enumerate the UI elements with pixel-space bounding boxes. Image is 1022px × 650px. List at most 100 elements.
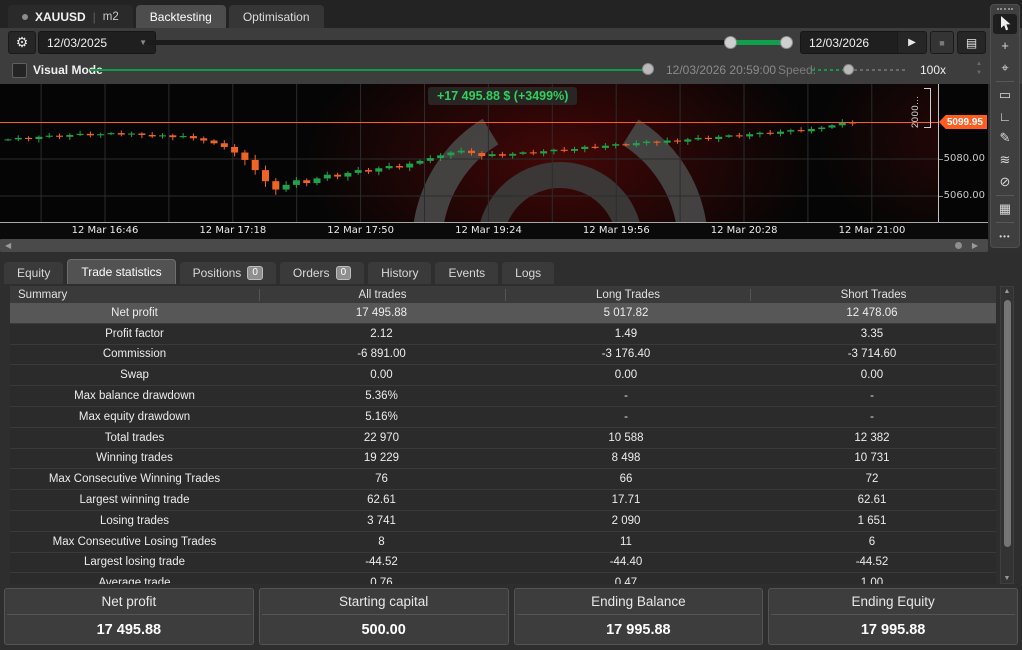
value-cell: 10 731 [748,452,996,464]
tab-events[interactable]: Events [435,262,498,284]
value-cell: 76 [259,473,504,485]
sidebar-grip[interactable] [997,8,1013,10]
draw-tool-icon[interactable]: ✎ [993,129,1017,149]
scroll-left-icon[interactable]: ◀ [5,241,11,250]
chart-area: +17 495.88 $ (+3499%) 2000... 5099.95 50… [0,84,988,238]
table-row[interactable]: Max equity drawdown5.16%-- [10,407,996,428]
scroll-down-icon[interactable]: ▼ [1001,575,1013,582]
speed-handle[interactable] [843,64,854,75]
table-row[interactable]: Max balance drawdown5.36%-- [10,386,996,407]
price-tick [939,196,943,197]
playback-handle[interactable] [642,63,654,75]
settings-button[interactable]: ⚙ [8,31,36,54]
summary-cards: Net profit17 495.88Starting capital500.0… [4,588,1018,645]
scroll-thumb[interactable] [1004,300,1011,547]
rectangle-tool-icon[interactable]: ▭ [993,85,1017,105]
table-v-scrollbar[interactable]: ▲ ▼ [1000,286,1014,584]
speed-spinner[interactable]: ▲▼ [976,60,982,78]
value-cell: 1.49 [504,328,748,340]
tab-backtesting[interactable]: Backtesting [136,5,226,28]
speed-track-right [854,69,906,71]
pointer-tool-icon[interactable] [993,14,1017,34]
stop-icon: ■ [939,38,944,48]
tab-logs[interactable]: Logs [502,262,554,284]
tab-history[interactable]: History [368,262,431,284]
table-row[interactable]: Net profit17 495.885 017.8212 478.06 [10,303,996,324]
eraser-tool-icon[interactable]: ⊘ [993,172,1017,192]
grid-tool-icon[interactable]: ▦ [993,199,1017,219]
value-cell: -44.52 [259,556,504,568]
summary-card-ending-balance: Ending Balance17 995.88 [514,588,764,645]
play-button[interactable]: ▶ [897,31,927,54]
metric-label: Max balance drawdown [10,390,259,402]
range-start-handle[interactable] [724,36,737,49]
card-title: Ending Equity [771,594,1015,615]
card-title: Starting capital [262,594,506,615]
table-row[interactable]: Swap0.000.000.00 [10,365,996,386]
start-date-value: 12/03/2025 [47,36,107,50]
value-cell: 2 090 [504,515,748,527]
value-cell: 2.12 [259,328,504,340]
chart-plot[interactable]: +17 495.88 $ (+3499%) 2000... [0,84,938,222]
crosshair-tool-icon[interactable]: + [993,36,1017,56]
tab-orders[interactable]: Orders0 [280,262,364,284]
measure-bracket [924,88,931,128]
metric-label: Largest losing trade [10,556,259,568]
symbol-label: XAUUSD [35,10,86,24]
start-date-select[interactable]: 12/03/2025 ▼ [38,31,156,54]
polyline-tool-icon[interactable]: ∟ [993,107,1017,127]
top-tab-bar: XAUUSD | m2 Backtesting Optimisation [0,0,1022,28]
price-tick-label: 5060.00 [944,190,985,201]
table-row[interactable]: Max Consecutive Winning Trades766672 [10,469,996,490]
metric-label: Max Consecutive Losing Trades [10,536,259,548]
tab-trade-statistics[interactable]: Trade statistics [67,259,175,284]
backtesting-window: XAUUSD | m2 Backtesting Optimisation ⚙ 1… [0,0,1022,650]
visual-mode-checkbox[interactable] [12,63,27,78]
price-axis[interactable]: 5099.95 5080.00 5060.00 [938,84,988,223]
card-title: Net profit [7,594,251,615]
value-cell: 22 970 [259,432,504,444]
table-row[interactable]: Largest losing trade-44.52-44.40-44.52 [10,553,996,574]
metric-label: Total trades [10,432,259,444]
tab-positions[interactable]: Positions0 [180,262,276,284]
time-axis[interactable]: ⋮ 12 Mar 16:4612 Mar 17:1812 Mar 17:5012… [0,222,988,239]
dot-crosshair-tool-icon[interactable]: ⌖ [993,58,1017,78]
range-end-handle[interactable] [780,36,793,49]
time-tick-label: 12 Mar 17:18 [199,225,266,236]
count-badge: 0 [336,266,352,280]
price-tick-label: 5080.00 [944,153,985,164]
date-range-fill [731,40,787,45]
table-row[interactable]: Profit factor2.121.493.35 [10,324,996,345]
tab-instrument[interactable]: XAUUSD | m2 [8,5,133,28]
table-row[interactable]: Average trade0.760.471.00 [10,573,996,584]
table-row[interactable]: Total trades22 97010 58812 382 [10,428,996,449]
table-row[interactable]: Losing trades3 7412 0901 651 [10,511,996,532]
patterns-tool-icon[interactable]: ≋ [993,150,1017,170]
tab-optimisation[interactable]: Optimisation [229,5,324,28]
date-range-slider[interactable] [146,40,790,45]
tab-label: History [381,266,418,280]
scroll-dot-icon[interactable] [955,242,962,249]
more-tools-icon[interactable]: ••• [993,226,1017,246]
metric-label: Net profit [10,307,259,319]
table-row[interactable]: Max Consecutive Losing Trades8116 [10,532,996,553]
table-row[interactable]: Largest winning trade62.6117.7162.61 [10,490,996,511]
tab-label: Logs [515,266,541,280]
scroll-up-icon[interactable]: ▲ [1001,288,1013,295]
measure-label: 2000... [910,88,921,128]
column-header: Short Trades [750,289,996,301]
tool-divider [996,222,1014,223]
table-row[interactable]: Commission-6 891.00-3 176.40-3 714.60 [10,345,996,366]
report-icon: ▤ [966,36,977,50]
scroll-right-icon[interactable]: ▶ [972,241,978,250]
chart-h-scrollbar[interactable]: ◀ ▶ [0,239,988,252]
current-price-badge: 5099.95 [939,115,987,129]
value-cell: 11 [504,536,748,548]
stop-button[interactable]: ■ [930,31,954,54]
tab-equity[interactable]: Equity [4,262,63,284]
time-tick-label: 12 Mar 19:24 [455,225,522,236]
report-button[interactable]: ▤ [957,31,986,54]
value-cell: 5 017.82 [504,307,748,319]
measure-annotation: 2000... [901,88,931,128]
table-row[interactable]: Winning trades19 2298 49810 731 [10,449,996,470]
